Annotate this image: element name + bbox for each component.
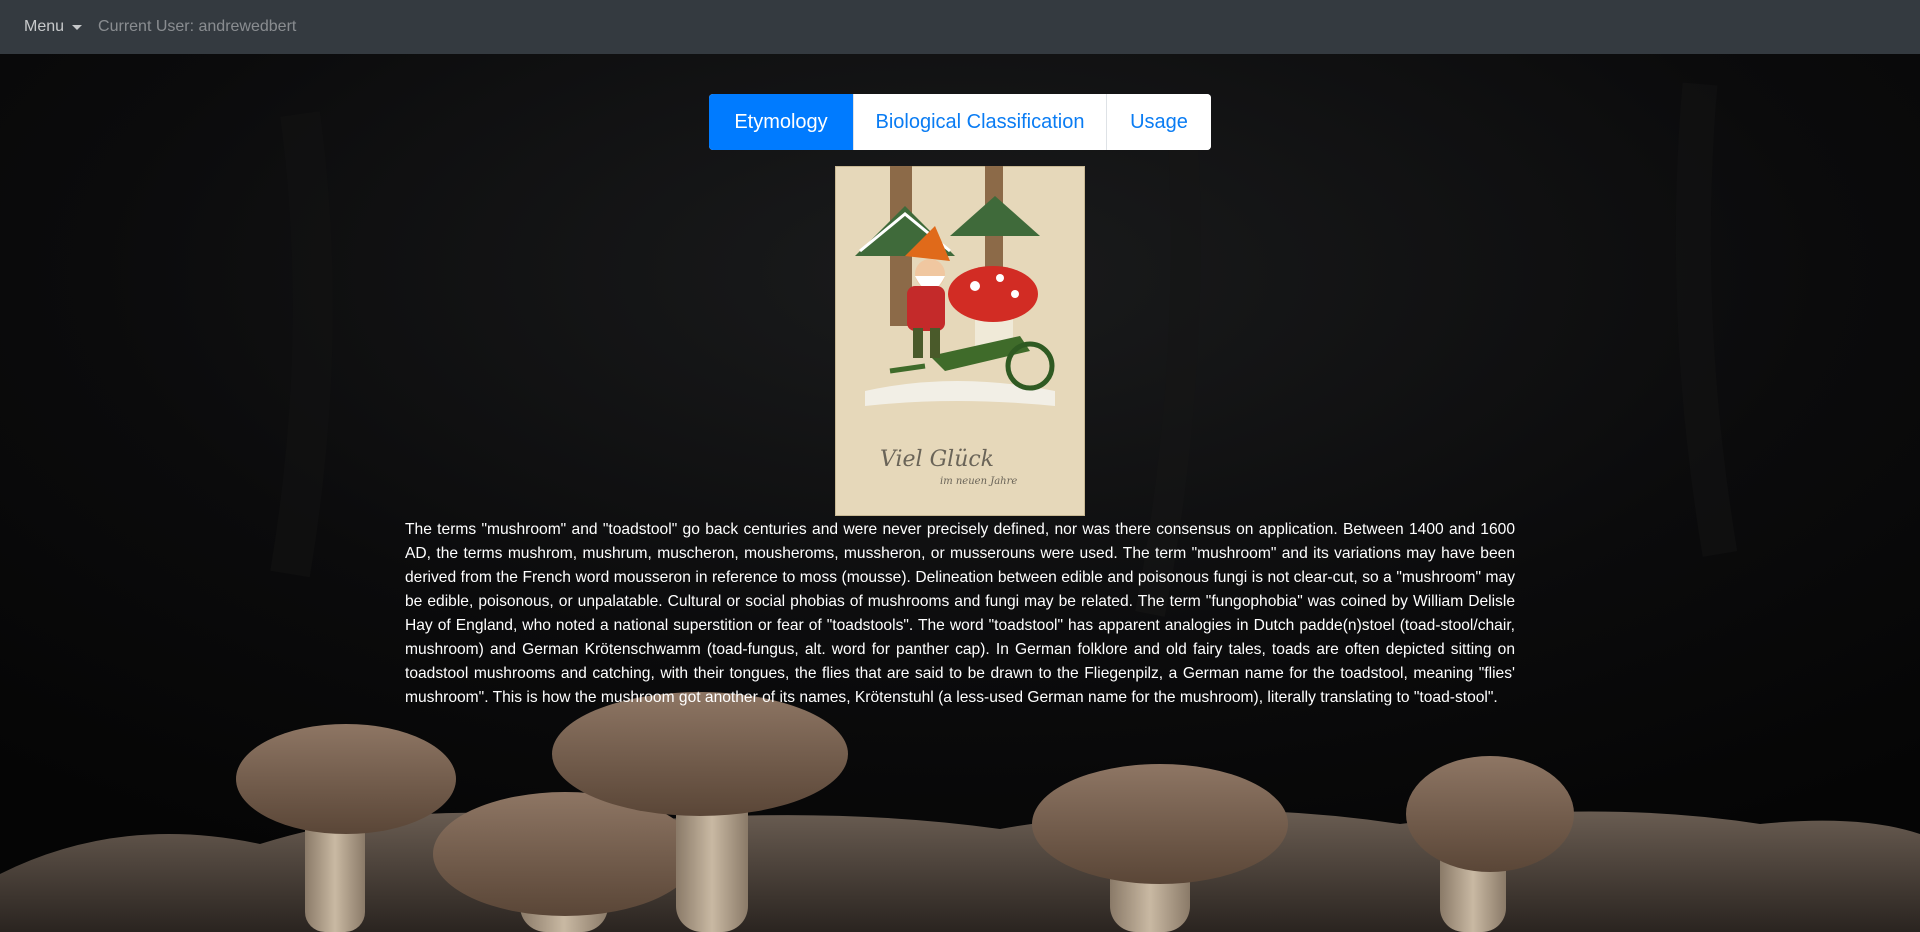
menu-dropdown-toggle[interactable]: Menu	[24, 18, 83, 36]
current-user-text: Current User: andrewedbert	[98, 18, 297, 35]
postcard-caption-line1: Viel Glück	[880, 447, 994, 472]
tab-biological-classification-label: Biological Classification	[875, 110, 1085, 133]
tab-usage-label: Usage	[1130, 110, 1188, 133]
topic-tabs: Etymology Biological Classification Usag…	[709, 94, 1211, 150]
tab-biological-classification[interactable]: Biological Classification	[853, 94, 1106, 150]
tab-usage[interactable]: Usage	[1106, 94, 1211, 150]
etymology-article-text: The terms "mushroom" and "toadstool" go …	[405, 521, 1515, 706]
vintage-gnome-postcard-image: Viel Glück im neuen Jahre	[835, 166, 1085, 516]
menu-label: Menu	[24, 18, 65, 35]
tab-etymology-label: Etymology	[734, 110, 828, 133]
postcard-caption-line2: im neuen Jahre	[940, 476, 1017, 487]
tab-etymology[interactable]: Etymology	[709, 94, 853, 150]
top-navbar: Menu Current User: andrewedbert	[0, 0, 1920, 54]
caret-down-icon	[72, 24, 83, 30]
